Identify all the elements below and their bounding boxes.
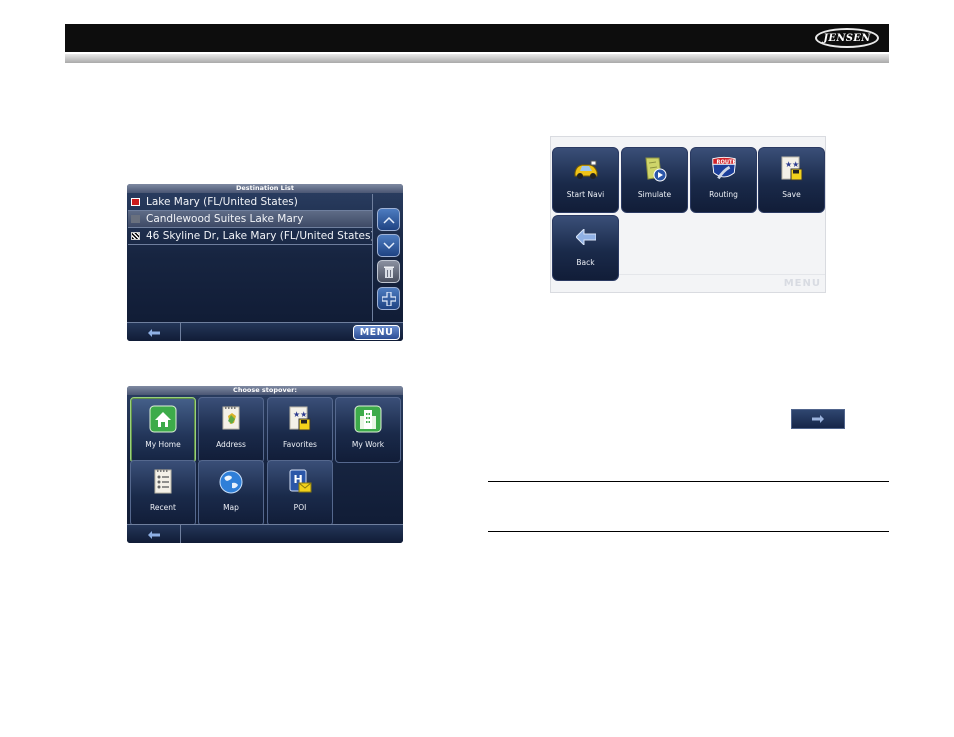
forward-arrow-button xyxy=(791,409,845,429)
favorites-icon: ★★ xyxy=(286,405,314,433)
up-arrow-icon[interactable] xyxy=(377,208,400,231)
map-tile[interactable]: Map xyxy=(198,460,264,526)
tile-label: Save xyxy=(782,190,801,199)
back-arrow-icon xyxy=(147,328,160,337)
destination-list-title: Destination List xyxy=(127,184,403,193)
routing-tile[interactable]: ROUTE Routing xyxy=(690,147,757,213)
tile-label: Routing xyxy=(709,190,738,199)
back-arrow-icon xyxy=(147,530,160,539)
down-arrow-icon[interactable] xyxy=(377,234,400,257)
screen-footer: MENU xyxy=(127,322,403,341)
tile-label: Simulate xyxy=(637,190,672,199)
svg-text:★★: ★★ xyxy=(785,160,799,169)
menu-button[interactable]: MENU xyxy=(353,325,400,340)
save-tile[interactable]: ★★ Save xyxy=(758,147,825,213)
poi-icon: H xyxy=(286,468,314,496)
forward-arrow-icon xyxy=(812,415,824,423)
screen-footer xyxy=(127,524,403,543)
jensen-logo: JENSEN xyxy=(815,28,879,48)
tile-label: POI xyxy=(293,503,307,512)
globe-icon xyxy=(217,468,245,496)
save-icon: ★★ xyxy=(778,155,806,183)
list-item-label: Candlewood Suites Lake Mary xyxy=(146,213,304,225)
car-icon xyxy=(572,155,600,183)
favorites-tile[interactable]: ★★ Favorites xyxy=(267,397,333,463)
plus-icon[interactable] xyxy=(377,287,400,310)
tile-label: Start Navi xyxy=(566,190,605,199)
address-tile[interactable]: Address xyxy=(198,397,264,463)
my-home-tile[interactable]: My Home xyxy=(130,397,196,463)
back-button[interactable] xyxy=(127,525,181,543)
list-item[interactable]: Candlewood Suites Lake Mary xyxy=(128,211,372,228)
recent-tile[interactable]: Recent xyxy=(130,460,196,526)
list-item[interactable]: Lake Mary (FL/United States) xyxy=(128,194,372,211)
divider xyxy=(619,274,825,275)
checkered-flag-icon xyxy=(131,232,140,240)
route-menu-screen: MENU Start Navi Simulate ROUTE Routing ★… xyxy=(550,136,826,293)
back-button[interactable] xyxy=(127,323,181,341)
list-side-controls xyxy=(372,194,403,321)
address-book-icon xyxy=(217,405,245,433)
svg-text:★★: ★★ xyxy=(293,410,307,419)
poi-tile[interactable]: H POI xyxy=(267,460,333,526)
list-item-label: 46 Skyline Dr, Lake Mary (FL/United Stat… xyxy=(146,230,372,242)
tile-label: Favorites xyxy=(283,440,317,449)
page-header-bar xyxy=(65,24,889,52)
trash-icon[interactable] xyxy=(377,260,400,283)
note-bottom-rule xyxy=(488,531,889,532)
office-building-icon xyxy=(354,405,382,433)
tile-label: Address xyxy=(216,440,246,449)
back-tile[interactable]: Back xyxy=(552,215,619,281)
ghost-menu-label: MENU xyxy=(783,278,821,289)
header-gradient-strip xyxy=(65,54,889,63)
list-item[interactable]: 46 Skyline Dr, Lake Mary (FL/United Stat… xyxy=(128,228,372,245)
simulate-icon xyxy=(641,155,669,183)
recent-list-icon xyxy=(149,468,177,496)
back-arrow-icon xyxy=(572,223,600,251)
destination-list-screen: Destination List Lake Mary (FL/United St… xyxy=(127,184,403,341)
route-sign-icon: ROUTE xyxy=(710,155,738,183)
tile-label: Recent xyxy=(150,503,176,512)
my-work-tile[interactable]: My Work xyxy=(335,397,401,463)
tile-label: Back xyxy=(576,258,595,267)
start-marker-icon xyxy=(131,198,140,206)
note-top-rule xyxy=(488,481,889,482)
choose-stopover-title: Choose stopover: xyxy=(127,386,403,395)
destination-list: Lake Mary (FL/United States) Candlewood … xyxy=(128,194,372,245)
list-item-label: Lake Mary (FL/United States) xyxy=(146,196,298,208)
home-icon xyxy=(149,405,177,433)
tile-label: Map xyxy=(223,503,239,512)
simulate-tile[interactable]: Simulate xyxy=(621,147,688,213)
via-point-marker-icon xyxy=(131,215,140,223)
start-navi-tile[interactable]: Start Navi xyxy=(552,147,619,213)
tile-label: My Home xyxy=(145,440,181,449)
tile-label: My Work xyxy=(351,440,385,449)
choose-stopover-screen: Choose stopover: My Home Address ★★ Favo… xyxy=(127,386,403,543)
